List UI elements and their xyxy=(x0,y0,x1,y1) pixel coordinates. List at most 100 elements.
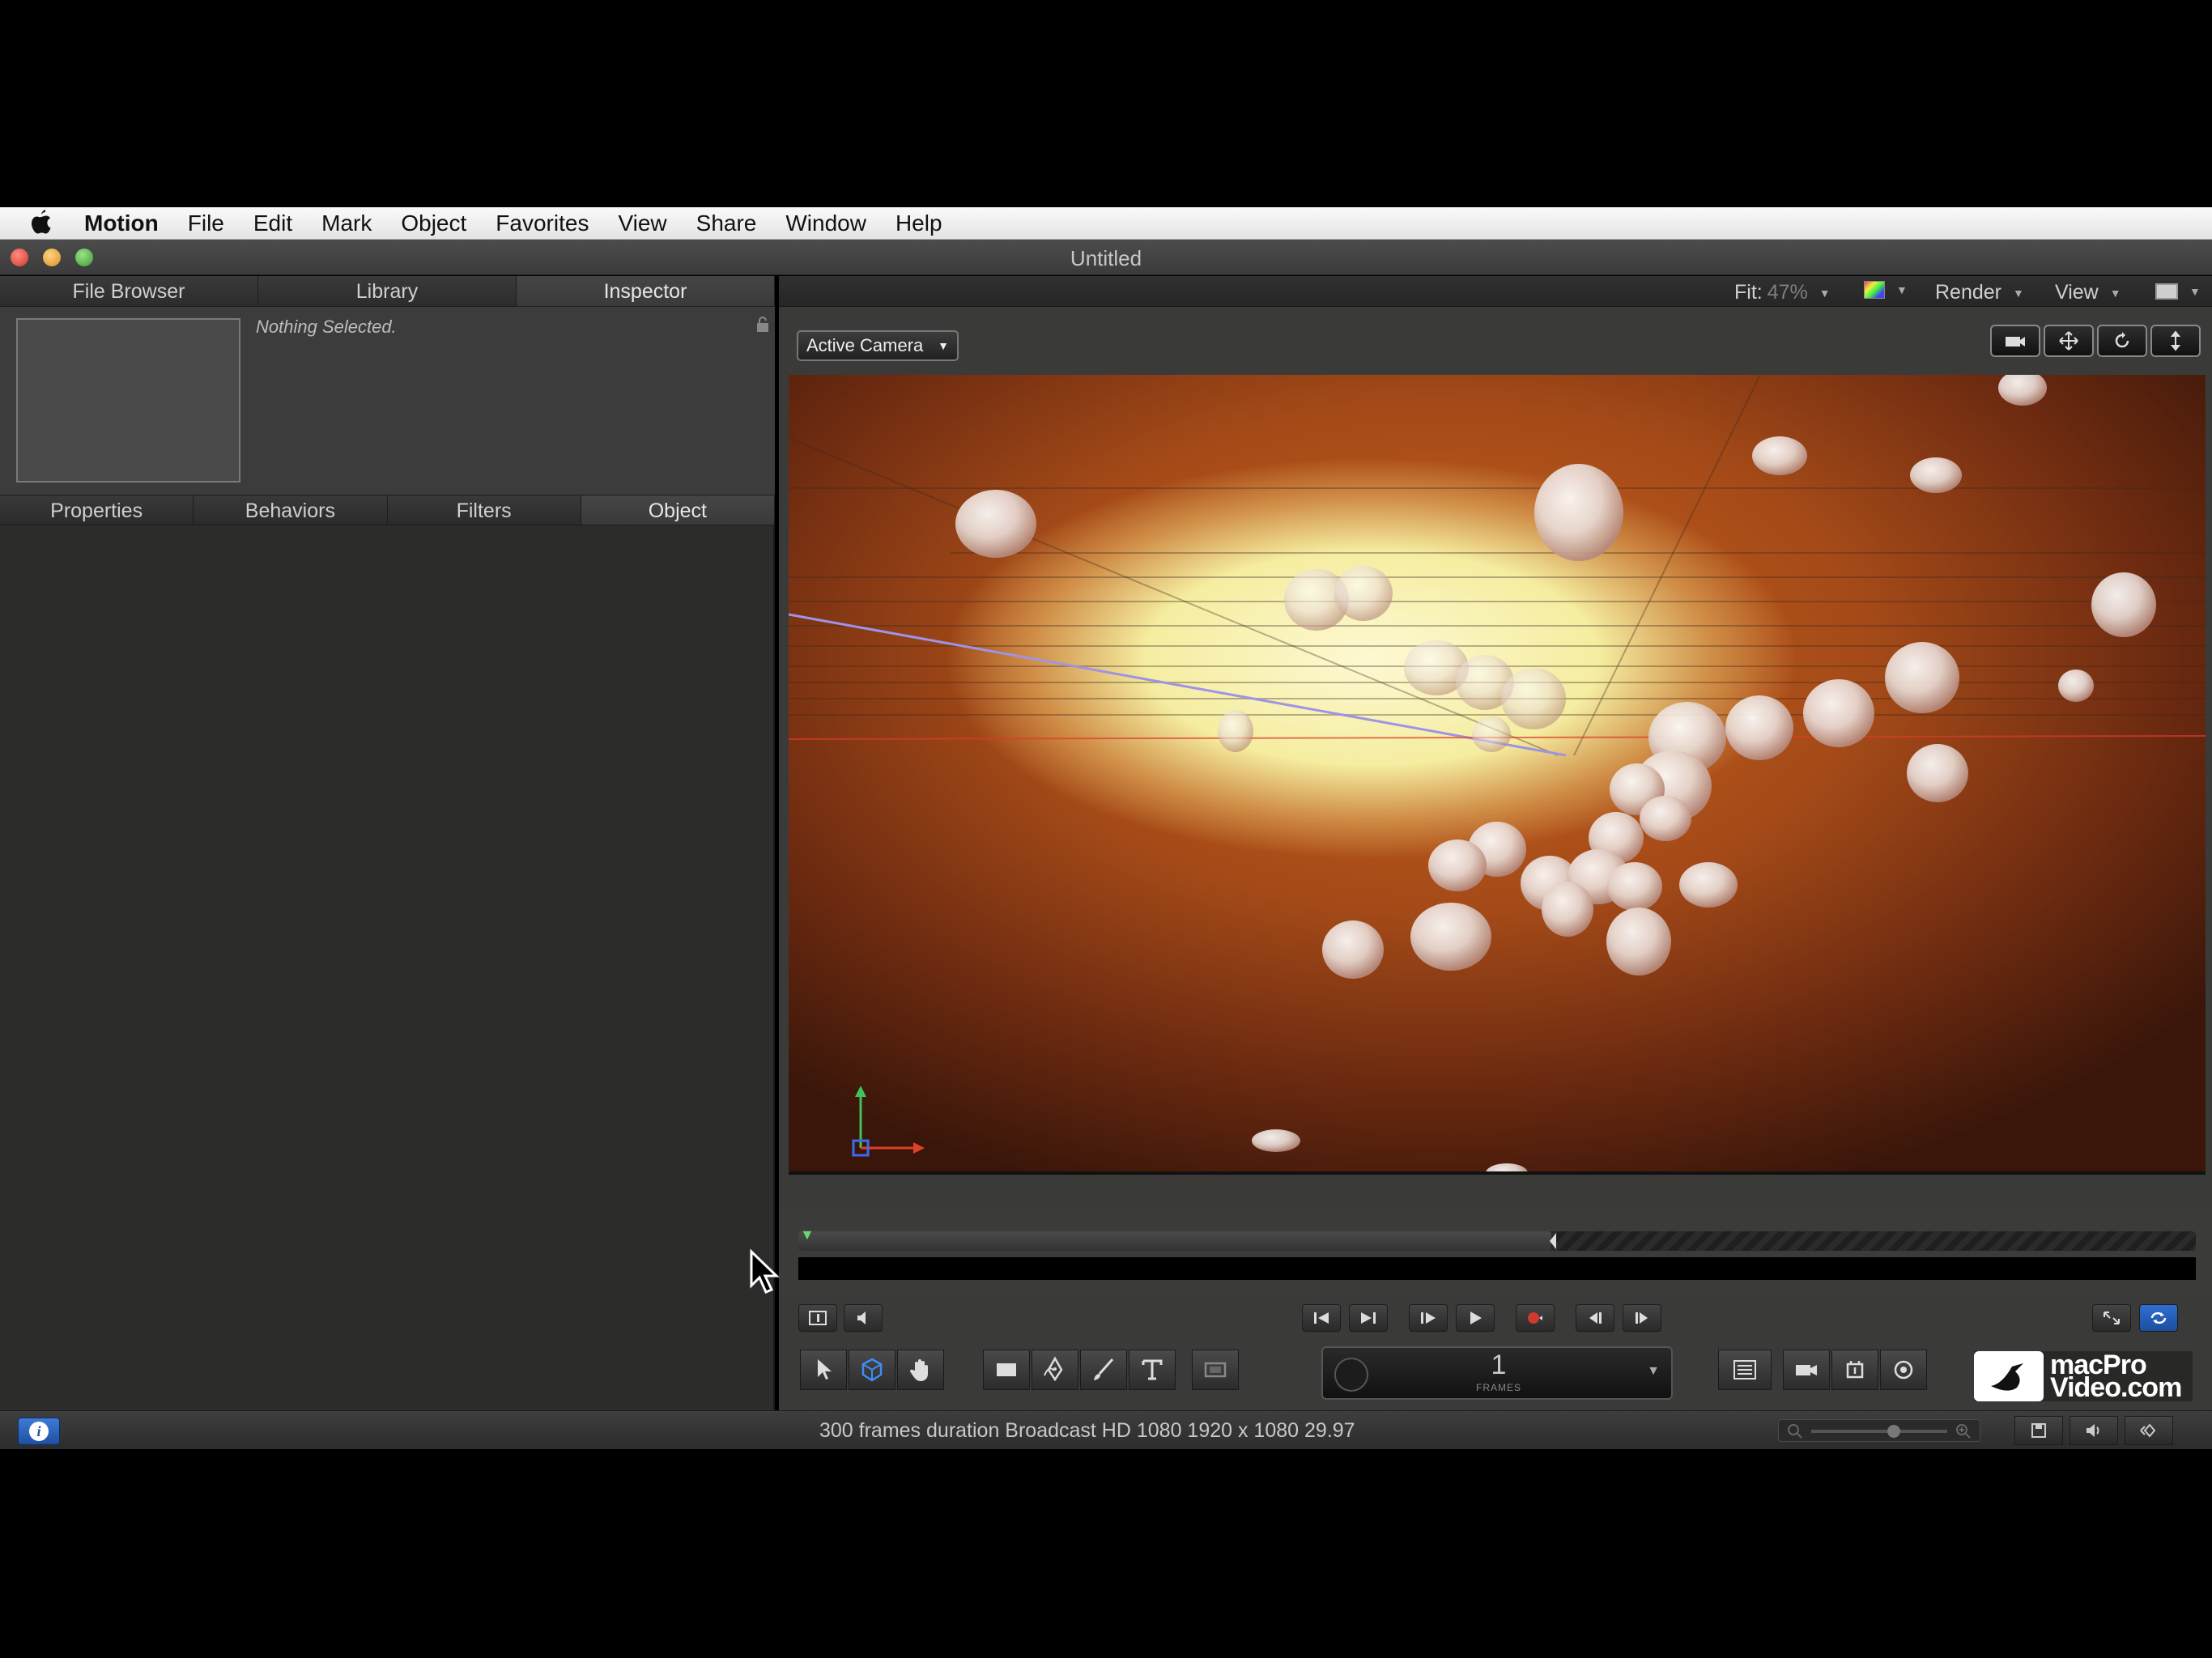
loop-playback-button[interactable] xyxy=(2139,1304,2178,1332)
play-range[interactable] xyxy=(798,1231,1551,1251)
canvas-toolbar: Fit: 47% ▼ ▼ Render ▼ View ▼ ▼ xyxy=(779,276,2212,307)
go-to-start-button[interactable] xyxy=(1302,1304,1341,1332)
brand-watermark: macPro Video.com xyxy=(1974,1351,2193,1401)
chevron-down-icon: ▼ xyxy=(2013,286,2024,300)
menu-edit[interactable]: Edit xyxy=(253,210,292,236)
tab-filters[interactable]: Filters xyxy=(388,495,581,525)
menu-object[interactable]: Object xyxy=(401,210,466,236)
fullscreen-button[interactable] xyxy=(2092,1304,2131,1332)
orbit-view-button[interactable] xyxy=(2097,325,2147,357)
tab-properties[interactable]: Properties xyxy=(0,495,194,525)
playhead-marker[interactable]: ▼ xyxy=(800,1226,815,1244)
paint-stroke-tool[interactable] xyxy=(1080,1350,1127,1390)
render-popup[interactable]: Render ▼ xyxy=(1935,281,2024,304)
layout-popup[interactable]: ▼ xyxy=(2155,283,2201,300)
select-tool[interactable] xyxy=(800,1350,847,1390)
dolly-view-button[interactable] xyxy=(2150,325,2201,357)
loop-icon xyxy=(2150,1312,2167,1324)
info-button[interactable]: i xyxy=(18,1418,60,1445)
menu-help[interactable]: Help xyxy=(895,210,942,236)
camera-view-button[interactable] xyxy=(1990,325,2040,357)
pan-view-button[interactable] xyxy=(2044,325,2094,357)
tab-object[interactable]: Object xyxy=(581,495,775,525)
mask-icon xyxy=(1204,1362,1227,1378)
timing-bar[interactable] xyxy=(798,1257,2196,1280)
view-popup[interactable]: View ▼ xyxy=(2055,281,2121,304)
speaker-icon xyxy=(2087,1424,2099,1437)
chevron-down-icon: ▼ xyxy=(1896,283,1908,296)
rectangle-tool[interactable] xyxy=(983,1350,1030,1390)
app-menu[interactable]: Motion xyxy=(84,210,159,236)
previous-frame-button[interactable] xyxy=(1409,1304,1448,1332)
3d-transform-icon xyxy=(861,1358,883,1382)
timecode-display[interactable]: 1 FRAMES ▼ xyxy=(1321,1346,1673,1400)
filter-icon xyxy=(1894,1360,1913,1380)
brand-logo-icon xyxy=(1974,1351,2044,1401)
pan-tool[interactable] xyxy=(897,1350,944,1390)
zoom-out-icon xyxy=(1788,1424,1802,1439)
camera-icon xyxy=(2006,337,2025,346)
create-rig-button[interactable] xyxy=(1718,1350,1772,1390)
tab-inspector[interactable]: Inspector xyxy=(517,276,775,306)
play-button[interactable] xyxy=(1456,1304,1495,1332)
add-filter-button[interactable] xyxy=(1880,1350,1927,1390)
record-button[interactable] xyxy=(1516,1304,1555,1332)
window-title: Untitled xyxy=(1070,246,1142,270)
zoom-in-icon xyxy=(1956,1424,1971,1439)
add-generator-button[interactable] xyxy=(1831,1350,1878,1390)
mini-timeline-area: ▼ xyxy=(779,1207,2212,1296)
menu-share[interactable]: Share xyxy=(696,210,757,236)
add-camera-button[interactable] xyxy=(1783,1350,1830,1390)
fit-zoom-popup[interactable]: Fit: 47% ▼ xyxy=(1734,281,1831,304)
menu-favorites[interactable]: Favorites xyxy=(496,210,589,236)
zoom-slider[interactable] xyxy=(1778,1419,1980,1442)
mini-timeline[interactable]: ▼ xyxy=(798,1226,2196,1251)
go-to-end-button[interactable] xyxy=(1349,1304,1388,1332)
selection-status: Nothing Selected. xyxy=(256,317,397,337)
record-icon xyxy=(1528,1312,1542,1324)
menu-file[interactable]: File xyxy=(188,210,224,236)
chevron-down-icon: ▼ xyxy=(2189,285,2201,298)
play-icon xyxy=(1470,1312,1482,1324)
audio-mute-button[interactable] xyxy=(844,1304,883,1332)
inspector-tabs: Properties Behaviors Filters Object xyxy=(0,495,775,525)
step-icon xyxy=(1421,1312,1436,1324)
move-icon xyxy=(2059,331,2078,351)
fit-label: Fit: xyxy=(1734,281,1763,304)
text-tool[interactable] xyxy=(1129,1350,1176,1390)
tab-file-browser[interactable]: File Browser xyxy=(0,276,258,306)
text-icon xyxy=(1142,1359,1163,1380)
mask-tool[interactable] xyxy=(1192,1350,1239,1390)
zoom-knob[interactable] xyxy=(1887,1425,1900,1438)
axis-gizmo xyxy=(852,1086,925,1157)
viewport-border xyxy=(789,1171,2206,1175)
show-timeline-button[interactable] xyxy=(798,1304,837,1332)
camera-menu[interactable]: Active Camera ▼ xyxy=(797,330,959,361)
apple-menu-icon[interactable] xyxy=(28,207,70,240)
color-channels-icon xyxy=(1864,281,1885,299)
project-info-text: 300 frames duration Broadcast HD 1080 19… xyxy=(819,1419,1355,1442)
3d-transform-tool[interactable] xyxy=(849,1350,895,1390)
particles xyxy=(955,375,2156,1171)
menu-view[interactable]: View xyxy=(618,210,666,236)
bezier-tool[interactable] xyxy=(1032,1350,1078,1390)
tab-behaviors[interactable]: Behaviors xyxy=(194,495,388,525)
3d-view-tools xyxy=(1990,325,2201,357)
render-label: Render xyxy=(1935,281,2001,304)
menu-window[interactable]: Window xyxy=(785,210,866,236)
hand-icon xyxy=(909,1359,928,1381)
audio-button[interactable] xyxy=(2069,1416,2118,1445)
previous-keyframe-button[interactable] xyxy=(1576,1304,1614,1332)
lock-icon[interactable] xyxy=(755,317,770,333)
brand-name: macPro Video.com xyxy=(2050,1351,2182,1401)
orbit-icon xyxy=(2115,332,2129,348)
chevron-down-icon[interactable]: ▼ xyxy=(1647,1364,1660,1379)
next-keyframe-button[interactable] xyxy=(1623,1304,1661,1332)
keyframe-editor-button[interactable] xyxy=(2125,1416,2173,1445)
canvas-viewport[interactable] xyxy=(789,375,2206,1171)
save-frame-button[interactable] xyxy=(2014,1416,2063,1445)
tab-library[interactable]: Library xyxy=(258,276,517,306)
color-channels-popup[interactable]: ▼ xyxy=(1864,281,1908,299)
menu-mark[interactable]: Mark xyxy=(321,210,372,236)
generator-icon xyxy=(1846,1361,1864,1379)
